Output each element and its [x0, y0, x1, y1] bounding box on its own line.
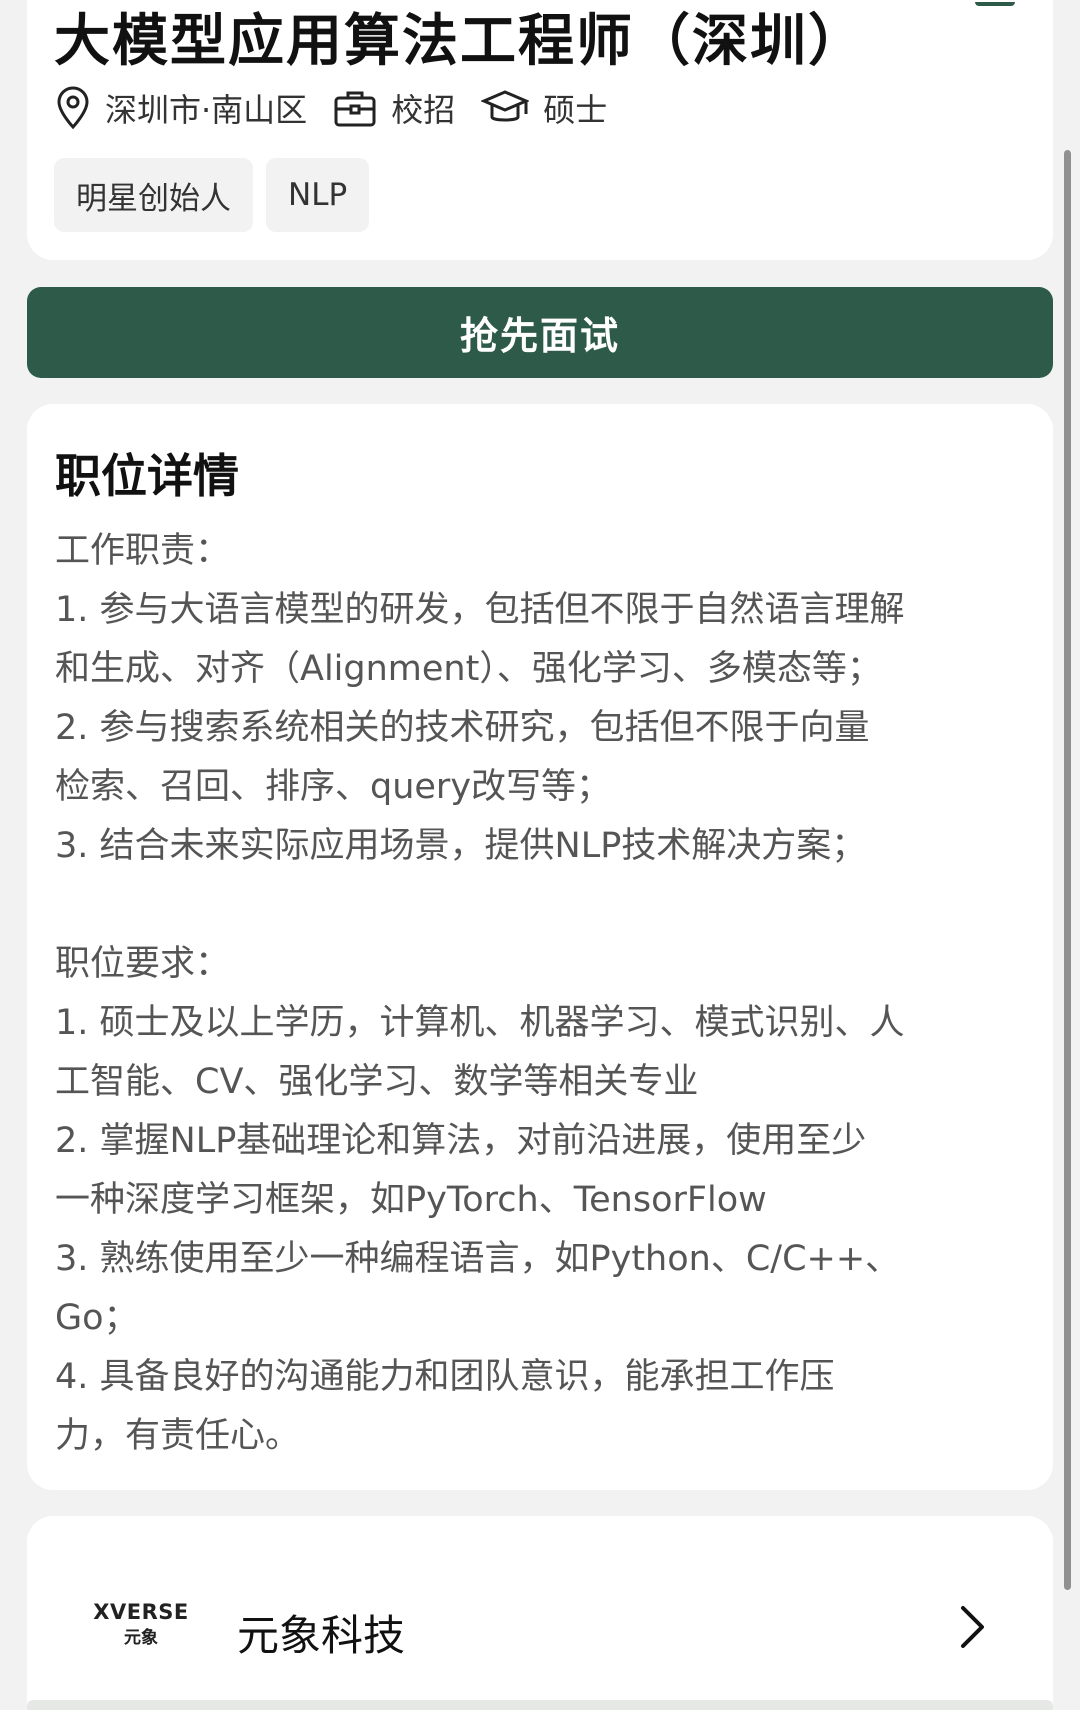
graduation-cap-icon: [481, 88, 530, 128]
apply-interview-button[interactable]: 抢先面试: [27, 287, 1053, 378]
job-degree-text: 硕士: [543, 91, 608, 129]
job-details-title: 职位详情: [55, 449, 239, 503]
job-details-line: 4. 具备良好的沟通能力和团队意识，能承担工作压: [55, 1357, 835, 1397]
job-details-line: 工智能、CV、强化学习、数学等相关专业: [55, 1062, 699, 1102]
company-logo-subtext: 元象: [124, 1628, 158, 1648]
job-tag-list: 明星创始人 NLP: [54, 158, 382, 232]
job-title: 大模型应用算法工程师（深圳）: [54, 9, 866, 74]
location-pin-icon: [55, 86, 91, 130]
job-details-line: 1. 硕士及以上学历，计算机、机器学习、模式识别、人: [55, 1003, 905, 1043]
company-logo-text: XVERSE: [93, 1600, 189, 1624]
job-details-line: Go；: [55, 1298, 139, 1338]
job-tag: NLP: [266, 158, 370, 232]
job-details-blank-line: [55, 876, 1035, 935]
job-type: 校招: [333, 85, 455, 131]
job-location-text: 深圳市·南山区: [105, 91, 308, 129]
job-detail-page: 大模型应用算法工程师（深圳） 深圳市·南山区 校招 硕士 明星创始人 NLP 抢…: [0, 0, 1080, 1710]
company-card[interactable]: XVERSE 元象 元象科技: [27, 1516, 1053, 1710]
job-details-line: 3. 结合未来实际应用场景，提供NLP技术解决方案；: [55, 826, 867, 866]
job-tag: 明星创始人: [54, 158, 253, 232]
job-details-line: 1. 参与大语言模型的研发，包括但不限于自然语言理解: [55, 590, 905, 630]
top-corner-mark: [975, 0, 1015, 6]
scrollbar[interactable]: [1064, 150, 1071, 1590]
job-header-card: 大模型应用算法工程师（深圳） 深圳市·南山区 校招 硕士 明星创始人 NLP: [27, 0, 1053, 260]
job-details-line: 职位要求：: [55, 944, 231, 984]
briefcase-icon: [333, 88, 377, 128]
job-details-line: 和生成、对齐（Alignment）、强化学习、多模态等；: [55, 649, 882, 689]
company-name: 元象科技: [237, 1611, 406, 1660]
job-details-line: 检索、召回、排序、query改写等；: [55, 767, 612, 807]
company-map-preview: [27, 1700, 1053, 1710]
job-details-line: 2. 掌握NLP基础理论和算法，对前沿进展，使用至少: [55, 1121, 867, 1161]
job-type-text: 校招: [391, 91, 456, 129]
job-details-line: 2. 参与搜索系统相关的技术研究，包括但不限于向量: [55, 708, 870, 748]
job-location: 深圳市·南山区: [55, 85, 307, 131]
job-degree: 硕士: [481, 85, 607, 131]
job-details-body: 工作职责： 1. 参与大语言模型的研发，包括但不限于自然语言理解 和生成、对齐（…: [55, 522, 1035, 1466]
job-details-line: 工作职责：: [55, 531, 231, 571]
job-meta-row: 深圳市·南山区 校招 硕士: [55, 84, 633, 132]
job-details-card: 职位详情 工作职责： 1. 参与大语言模型的研发，包括但不限于自然语言理解 和生…: [27, 404, 1053, 1490]
company-logo: XVERSE 元象: [91, 1598, 191, 1658]
job-details-line: 一种深度学习框架，如PyTorch、TensorFlow: [55, 1180, 767, 1220]
job-details-line: 力，有责任心。: [55, 1416, 301, 1456]
job-details-line: 3. 熟练使用至少一种编程语言，如Python、C/C++、: [55, 1239, 901, 1279]
chevron-right-icon[interactable]: [957, 1604, 987, 1654]
